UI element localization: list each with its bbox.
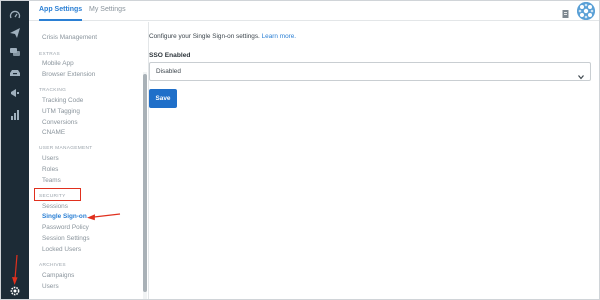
sidebar-header-archives: ARCHIVES	[39, 263, 66, 268]
sidebar-item-password-policy[interactable]: Password Policy	[42, 224, 89, 231]
sidebar-item-campaigns[interactable]: Campaigns	[42, 272, 74, 279]
intro-description: Configure your Single Sign-on settings.	[149, 33, 260, 40]
top-bar: App Settings My Settings	[29, 1, 599, 21]
icon-rail	[1, 1, 29, 299]
main-content: Configure your Single Sign-on settings. …	[149, 22, 599, 299]
document-icon[interactable]	[561, 6, 571, 18]
save-button[interactable]: Save	[149, 89, 177, 108]
sidebar-item-cname[interactable]: CNAME	[42, 129, 65, 136]
sidebar-item-single-sign-on[interactable]: Single Sign-on	[42, 213, 87, 220]
sidebar-item-tracking-code[interactable]: Tracking Code	[42, 97, 83, 104]
bar-chart-icon[interactable]	[7, 107, 23, 123]
tab-app-settings[interactable]: App Settings	[39, 1, 83, 21]
intro-text: Configure your Single Sign-on settings. …	[149, 33, 296, 40]
sidebar-item-teams[interactable]: Teams	[42, 177, 61, 184]
sidebar-item-utm-tagging[interactable]: UTM Tagging	[42, 108, 80, 115]
send-icon[interactable]	[7, 25, 23, 41]
sidebar-item-session-settings[interactable]: Session Settings	[42, 235, 90, 242]
chevron-down-icon	[577, 68, 585, 80]
sso-enabled-label: SSO Enabled	[149, 52, 191, 59]
sso-enabled-value: Disabled	[156, 68, 181, 75]
inbox-icon[interactable]	[7, 65, 23, 81]
sidebar-item-sessions[interactable]: Sessions	[42, 203, 68, 210]
sidebar-item-conversions[interactable]: Conversions	[42, 119, 78, 126]
sidebar-item-browser-extension[interactable]: Browser Extension	[42, 71, 95, 78]
sidebar-header-tracking: TRACKING	[39, 88, 67, 93]
gear-icon[interactable]	[7, 283, 23, 299]
learn-more-link[interactable]: Learn more.	[262, 33, 296, 40]
avatar[interactable]	[577, 2, 595, 20]
gauge-icon[interactable]	[7, 7, 23, 23]
sidebar-item-archived-users[interactable]: Users	[42, 283, 59, 290]
messages-icon[interactable]	[7, 44, 23, 60]
sidebar-item-users[interactable]: Users	[42, 155, 59, 162]
settings-sidebar: Crisis Management EXTRAS Mobile App Brow…	[29, 22, 149, 299]
app-window: App Settings My Settings Crisis Manageme…	[0, 0, 600, 300]
sidebar-scrollbar-thumb[interactable]	[143, 74, 147, 292]
sidebar-header-extras: EXTRAS	[39, 52, 60, 57]
megaphone-icon[interactable]	[7, 85, 23, 101]
annotation-highlight-box	[34, 188, 81, 201]
sidebar-header-user-management: USER MANAGEMENT	[39, 146, 93, 151]
tab-my-settings[interactable]: My Settings	[89, 1, 126, 21]
sidebar-item-locked-users[interactable]: Locked Users	[42, 246, 81, 253]
sso-enabled-select[interactable]: Disabled	[149, 62, 591, 81]
sidebar-item-roles[interactable]: Roles	[42, 166, 58, 173]
sidebar-item-crisis-management[interactable]: Crisis Management	[42, 34, 97, 41]
sidebar-item-mobile-app[interactable]: Mobile App	[42, 60, 74, 67]
